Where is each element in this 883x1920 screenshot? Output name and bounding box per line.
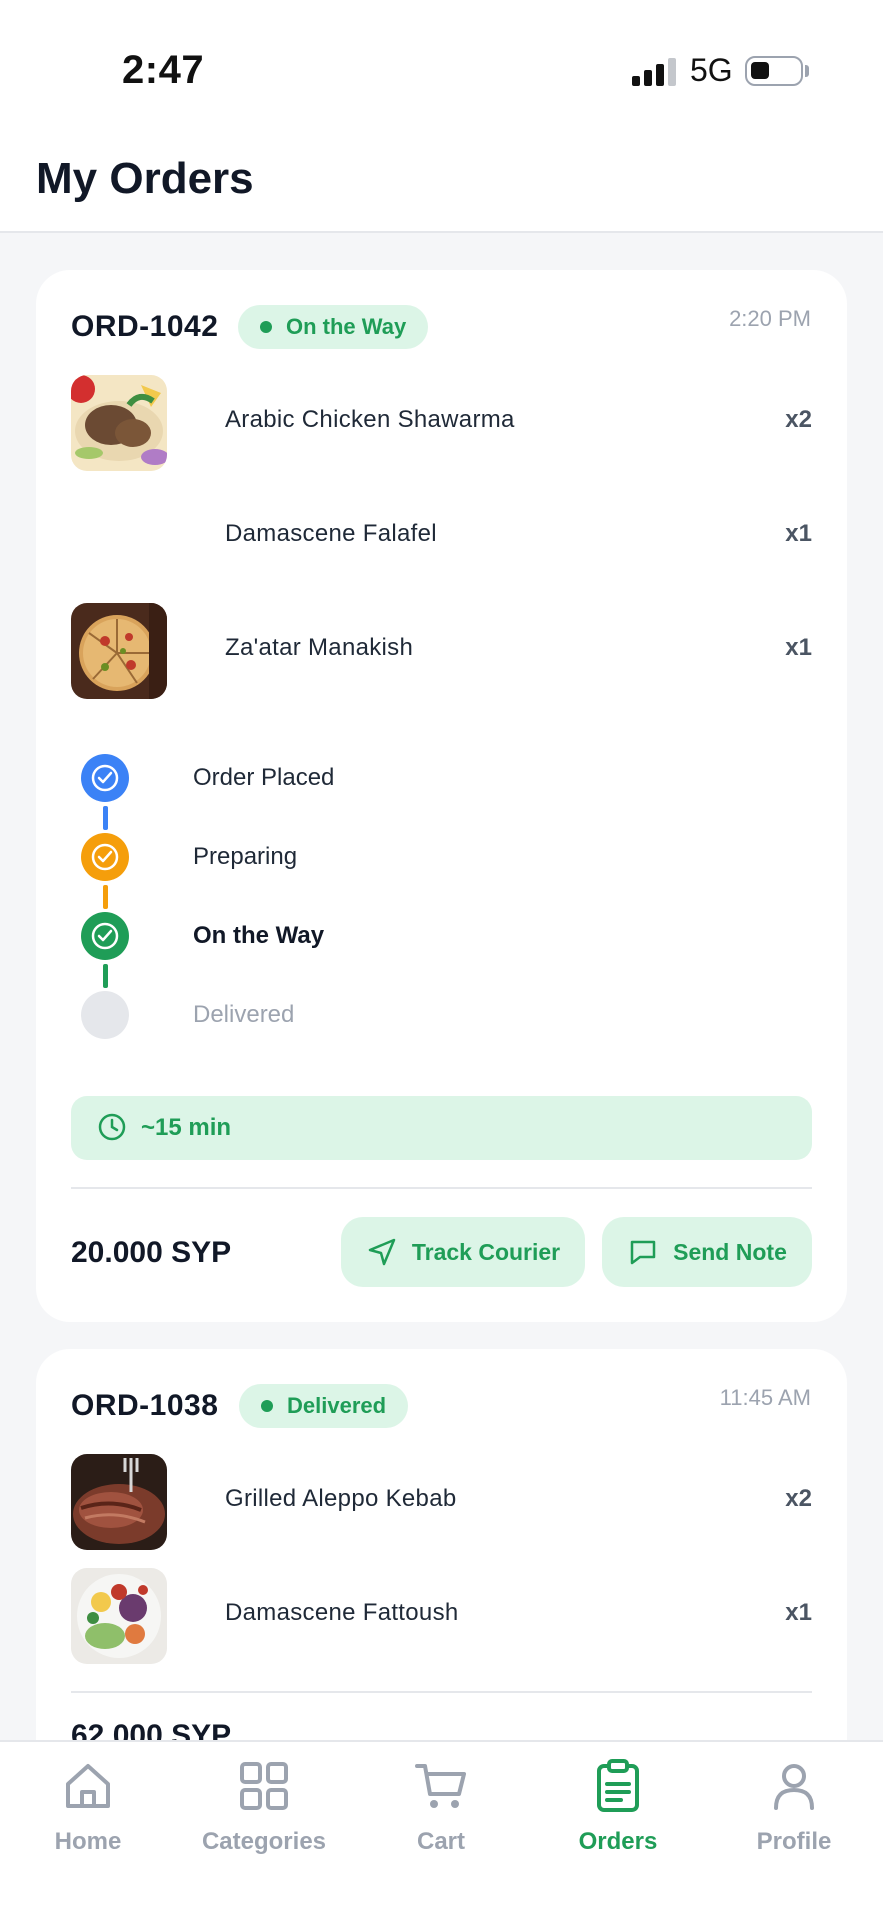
order-card[interactable]: ORD-1042 On the Way 2:20 PM Arabic Chick… — [36, 270, 847, 1322]
item-name: Damascene Fattoush — [225, 1599, 459, 1626]
list-item[interactable]: Arabic Chicken Shawarma x2 — [71, 375, 812, 471]
nav-cart[interactable]: Cart — [361, 1758, 521, 1878]
track-courier-button[interactable]: Track Courier — [341, 1217, 585, 1287]
list-item[interactable]: Damascene Falafel x1 — [71, 489, 812, 585]
step-label: Delivered — [193, 1001, 295, 1028]
item-qty: x1 — [785, 634, 812, 661]
bottom-nav: Home Categories Cart Orders Profile — [0, 1740, 883, 1920]
item-qty: x2 — [785, 406, 812, 433]
send-note-button[interactable]: Send Note — [602, 1217, 812, 1287]
status-dot-icon — [260, 321, 272, 333]
step-label: On the Way — [193, 922, 325, 949]
divider — [71, 1691, 812, 1693]
food-image — [71, 1568, 167, 1664]
navigation-arrow-icon — [366, 1236, 398, 1268]
page-title: My Orders — [36, 154, 254, 203]
timeline-step: Order Placed — [81, 754, 681, 802]
status-time: 2:47 — [122, 48, 205, 92]
item-qty: x2 — [785, 1485, 812, 1512]
nav-label: Home — [54, 1828, 122, 1855]
nav-label: Profile — [756, 1828, 832, 1855]
status-bar: 2:47 5G — [0, 0, 883, 130]
timeline-connector — [103, 885, 108, 909]
timeline-step: Preparing — [81, 833, 681, 881]
message-icon — [627, 1236, 659, 1268]
nav-orders[interactable]: Orders — [538, 1758, 698, 1878]
pending-circle-icon — [81, 991, 129, 1039]
food-image — [71, 603, 167, 699]
status-dot-icon — [261, 1400, 273, 1412]
nav-profile[interactable]: Profile — [714, 1758, 874, 1878]
user-icon — [766, 1758, 822, 1814]
battery-icon — [745, 56, 803, 86]
order-id: ORD-1038 — [71, 1389, 219, 1422]
clock-icon — [97, 1112, 127, 1147]
item-name: Arabic Chicken Shawarma — [225, 406, 515, 433]
nav-label: Orders — [578, 1828, 658, 1855]
list-item[interactable]: Damascene Fattoush x1 — [71, 1568, 812, 1664]
network-label: 5G — [690, 52, 733, 88]
order-time: 2:20 PM — [729, 306, 811, 331]
nav-categories[interactable]: Categories — [184, 1758, 344, 1878]
cart-icon — [413, 1758, 469, 1814]
divider — [71, 1187, 812, 1189]
grid-icon — [236, 1758, 292, 1814]
nav-label: Categories — [201, 1828, 327, 1855]
order-total: 20.000 SYP — [71, 1236, 232, 1269]
status-badge-label: On the Way — [286, 314, 407, 339]
status-badge-label: Delivered — [287, 1393, 387, 1418]
clipboard-icon — [590, 1758, 646, 1814]
food-image — [71, 375, 167, 471]
nav-label: Cart — [416, 1828, 465, 1855]
check-circle-icon — [81, 754, 129, 802]
track-courier-label: Track Courier — [411, 1238, 561, 1265]
item-name: Damascene Falafel — [225, 520, 437, 547]
timeline-connector — [103, 964, 108, 988]
item-name: Grilled Aleppo Kebab — [225, 1485, 457, 1512]
item-name: Za'atar Manakish — [225, 634, 414, 661]
food-image — [71, 1454, 167, 1550]
timeline-connector — [103, 806, 108, 830]
status-badge: Delivered — [239, 1384, 409, 1428]
nav-home[interactable]: Home — [8, 1758, 168, 1878]
step-label: Preparing — [193, 843, 298, 870]
item-qty: x1 — [785, 1599, 812, 1626]
check-circle-icon — [81, 833, 129, 881]
order-id: ORD-1042 — [71, 310, 219, 343]
order-time: 11:45 AM — [719, 1385, 811, 1410]
eta-bar: ~15 min — [71, 1096, 812, 1160]
list-item[interactable]: Grilled Aleppo Kebab x2 — [71, 1454, 812, 1550]
timeline-step: On the Way — [81, 912, 681, 960]
check-circle-icon — [81, 912, 129, 960]
step-label: Order Placed — [193, 764, 335, 791]
list-item[interactable]: Za'atar Manakish x1 — [71, 603, 812, 699]
status-badge: On the Way — [238, 305, 429, 349]
eta-text: ~15 min — [141, 1114, 232, 1141]
header: My Orders — [0, 130, 883, 233]
send-note-label: Send Note — [673, 1238, 787, 1265]
timeline-step: Delivered — [81, 991, 681, 1039]
item-qty: x1 — [785, 520, 812, 547]
home-icon — [60, 1758, 116, 1814]
signal-icon — [632, 58, 676, 86]
